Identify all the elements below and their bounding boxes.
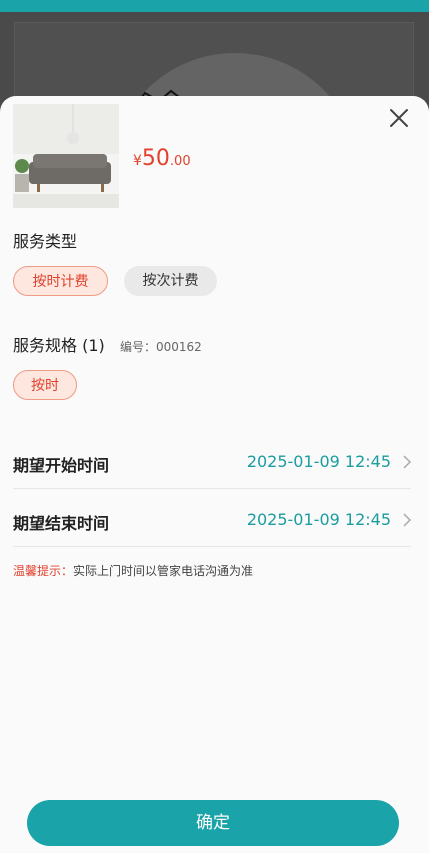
- chip-hourly-billing[interactable]: 按时计费: [13, 266, 108, 296]
- divider: [13, 488, 411, 489]
- price-currency: ¥: [133, 153, 142, 169]
- warm-tip: 温馨提示：实际上门时间以管家电话沟通为准: [13, 562, 253, 579]
- product-price: ¥50.00: [133, 146, 191, 171]
- start-time-label: 期望开始时间: [13, 456, 110, 475]
- product-image: [13, 104, 119, 208]
- service-spec-title: 服务规格 (1): [13, 336, 105, 355]
- chevron-right-icon: [403, 513, 412, 527]
- chip-per-visit-billing[interactable]: 按次计费: [124, 266, 217, 296]
- service-spec-code: 编号：000162: [120, 340, 202, 354]
- tip-text: 实际上门时间以管家电话沟通为准: [73, 564, 254, 578]
- background-top-bar: [0, 0, 429, 12]
- sofa-image-icon: [13, 104, 119, 208]
- close-icon[interactable]: [387, 106, 411, 130]
- start-time-value: 2025-01-09 12:45: [246, 452, 391, 471]
- start-time-row[interactable]: 期望开始时间 2025-01-09 12:45: [13, 442, 413, 482]
- price-integer: 50: [141, 146, 170, 171]
- divider: [13, 546, 411, 547]
- end-time-row[interactable]: 期望结束时间 2025-01-09 12:45: [13, 500, 413, 540]
- confirm-button[interactable]: 确定: [27, 800, 399, 846]
- service-type-title: 服务类型: [13, 232, 78, 251]
- chip-spec-hourly[interactable]: 按时: [13, 370, 77, 400]
- service-selection-sheet: ¥50.00 服务类型 按时计费 按次计费 服务规格 (1) 编号：000162…: [0, 96, 429, 853]
- price-decimal: .00: [169, 154, 191, 169]
- tip-label: 温馨提示：: [13, 564, 74, 578]
- end-time-label: 期望结束时间: [13, 514, 110, 533]
- chevron-right-icon: [403, 455, 412, 469]
- end-time-value: 2025-01-09 12:45: [246, 510, 391, 529]
